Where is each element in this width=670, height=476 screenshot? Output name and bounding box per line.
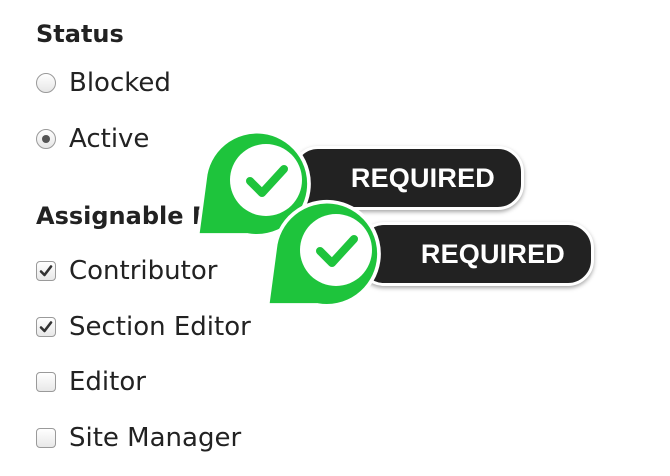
status-option-blocked[interactable]: Blocked <box>36 68 171 98</box>
checkbox-checked[interactable] <box>36 261 56 281</box>
radio-button-selected[interactable] <box>36 129 56 149</box>
role-option-section-editor[interactable]: Section Editor <box>36 312 251 342</box>
role-option-site-manager[interactable]: Site Manager <box>36 423 241 453</box>
checkmark-icon <box>39 321 53 333</box>
checkbox-unchecked[interactable] <box>36 372 56 392</box>
required-badge: REQUIRED <box>262 196 594 308</box>
role-option-editor[interactable]: Editor <box>36 367 146 397</box>
status-option-label: Blocked <box>69 68 171 98</box>
role-option-label: Editor <box>69 367 146 397</box>
status-heading: Status <box>36 20 124 48</box>
role-option-contributor[interactable]: Contributor <box>36 256 217 286</box>
role-option-label: Section Editor <box>69 312 251 342</box>
check-icon <box>265 199 381 308</box>
checkbox-checked[interactable] <box>36 317 56 337</box>
role-option-label: Site Manager <box>69 423 242 453</box>
radio-button-unselected[interactable] <box>36 73 56 93</box>
checkbox-unchecked[interactable] <box>36 428 56 448</box>
status-option-label: Active <box>69 124 150 154</box>
checkmark-icon <box>39 265 53 277</box>
status-option-active[interactable]: Active <box>36 124 149 154</box>
